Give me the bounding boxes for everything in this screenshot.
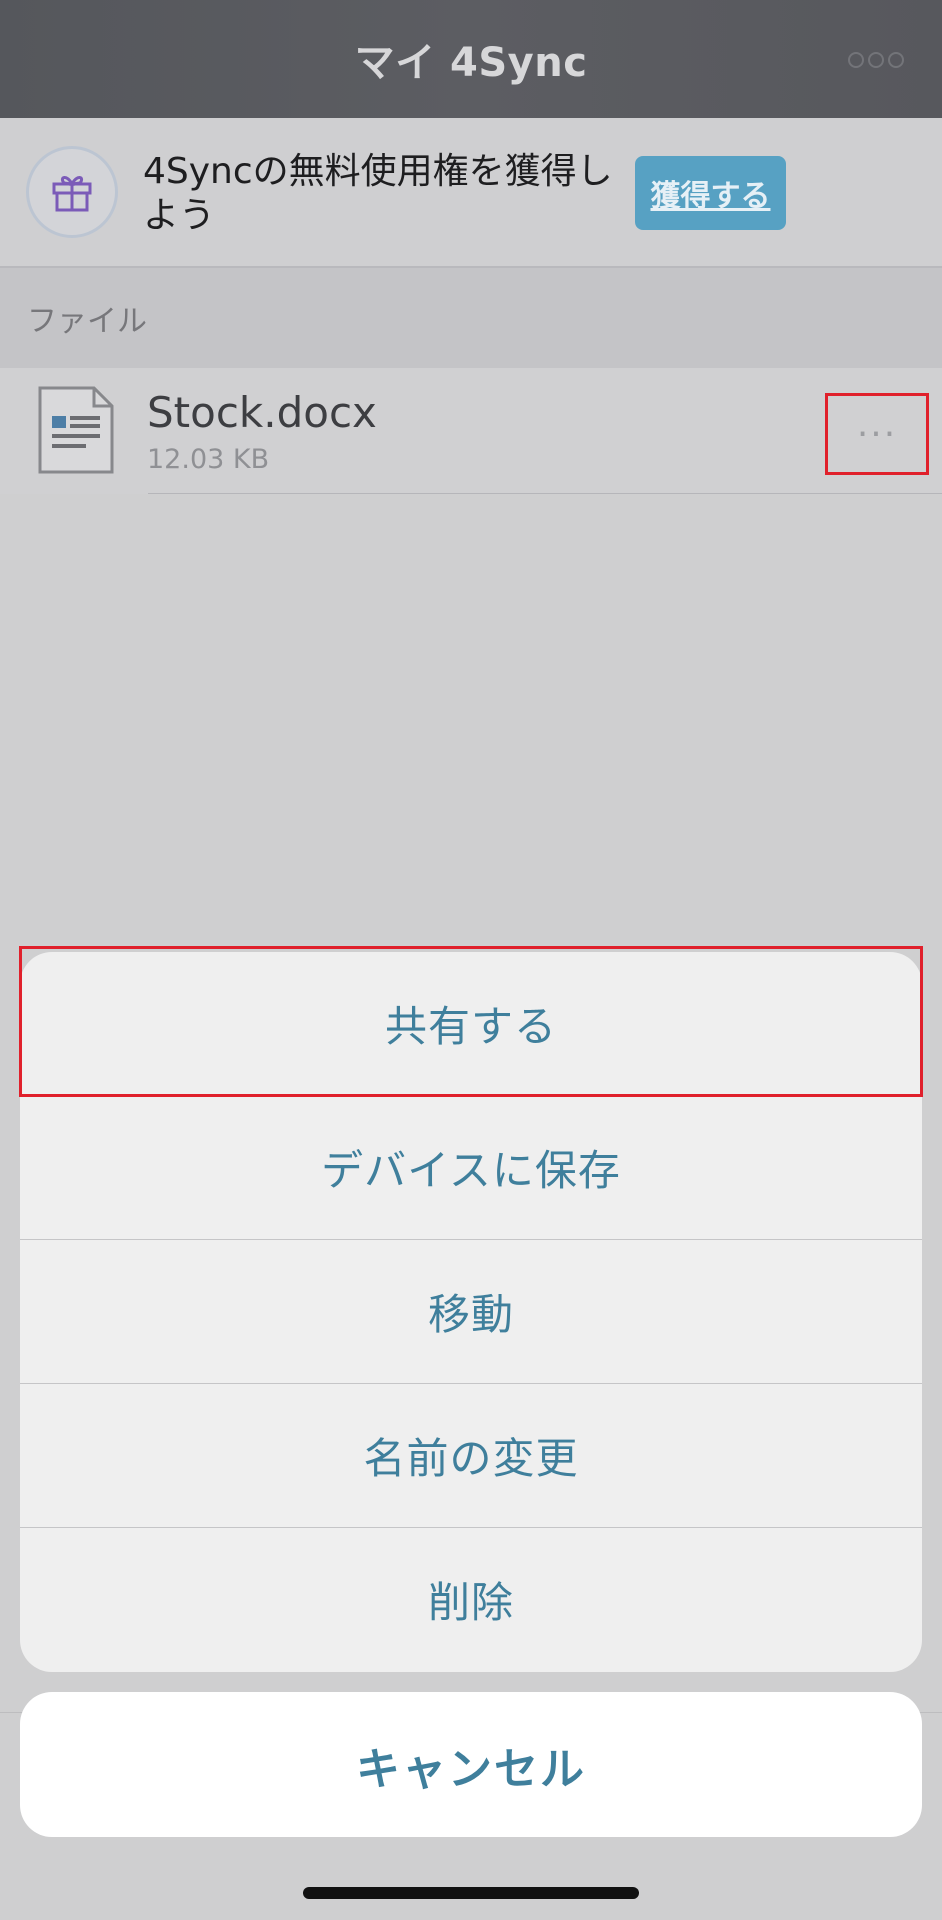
save-to-device-action[interactable]: デバイスに保存 [20, 1096, 922, 1239]
cancel-button[interactable]: キャンセル [20, 1692, 922, 1837]
gift-icon [52, 176, 92, 212]
rename-action[interactable]: 名前の変更 [20, 1384, 922, 1527]
page-title: マイ 4Sync [354, 40, 588, 86]
file-name: Stock.docx [147, 388, 377, 437]
section-header-files: ファイル [0, 268, 942, 368]
delete-action[interactable]: 削除 [20, 1528, 922, 1671]
promo-banner: 4Syncの無料使用権を獲得しよう 獲得する [0, 118, 942, 268]
divider [148, 493, 942, 494]
more-options-button[interactable]: ··· [825, 393, 929, 475]
sync-icon[interactable] [846, 50, 906, 70]
section-title: ファイル [27, 304, 147, 339]
document-icon [38, 386, 114, 474]
file-row[interactable]: Stock.docx 12.03 KB [0, 368, 942, 494]
move-action[interactable]: 移動 [20, 1240, 922, 1383]
claim-button[interactable]: 獲得する [635, 156, 786, 230]
ellipsis-icon: ··· [856, 413, 898, 455]
home-indicator[interactable] [303, 1887, 639, 1899]
file-size: 12.03 KB [147, 444, 270, 475]
promo-text: 4Syncの無料使用権を獲得しよう [143, 151, 613, 236]
gift-icon-badge [26, 146, 118, 238]
share-highlight-box [19, 946, 923, 1097]
navigation-bar: マイ 4Sync [0, 0, 942, 118]
